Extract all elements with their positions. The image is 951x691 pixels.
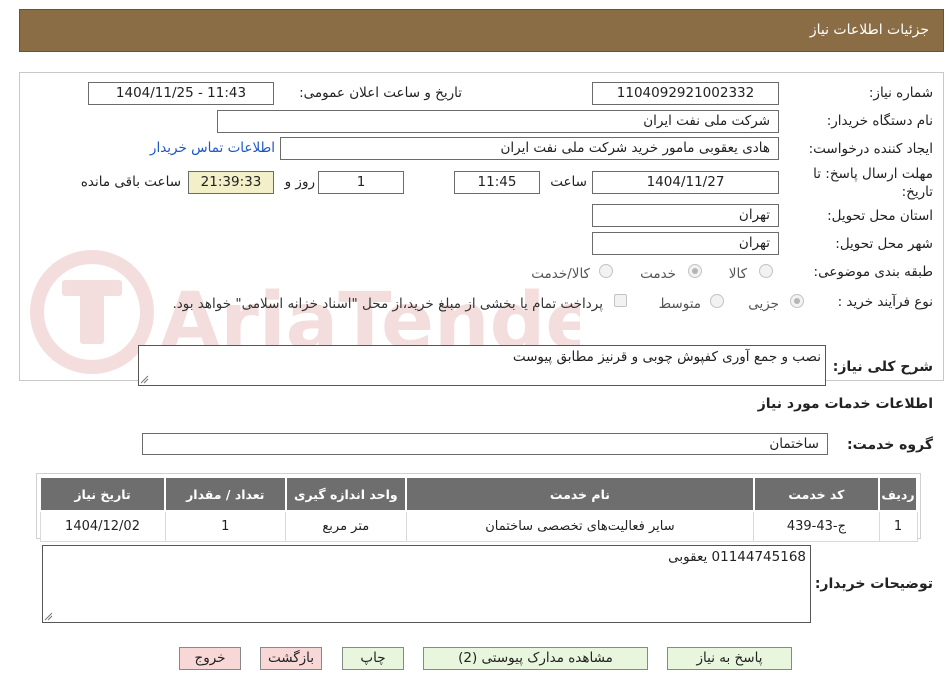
print-button[interactable]: چاپ: [342, 647, 404, 670]
cell-row-number: 1: [878, 510, 918, 542]
resize-grip-icon[interactable]: [44, 612, 53, 621]
category-option-service: خدمت: [640, 266, 676, 282]
category-option-goods: کالا: [728, 266, 747, 282]
buyer-notes-text: 01144745168 یعقوبی: [668, 549, 806, 565]
purchase-radio-minor[interactable]: [790, 294, 804, 308]
purchase-radio-medium[interactable]: [710, 294, 724, 308]
cell-service-name: سایر فعالیت‌های تخصصی ساختمان: [405, 510, 755, 542]
need-number-label: شماره نیاز:: [868, 85, 933, 101]
province-field[interactable]: تهران: [592, 204, 779, 227]
buyer-org-label: نام دستگاه خریدار:: [826, 113, 933, 129]
deadline-date-field[interactable]: 1404/11/27: [592, 171, 779, 194]
cell-unit: متر مربع: [285, 510, 407, 542]
treasury-bonds-note: پرداخت تمام یا بخشی از مبلغ خرید،از محل …: [172, 296, 603, 312]
cell-quantity: 1: [164, 510, 287, 542]
deadline-time-field[interactable]: 11:45: [454, 171, 540, 194]
deadline-label: مهلت ارسال پاسخ: تا: [813, 166, 933, 182]
purchase-option-minor: جزیی: [748, 296, 779, 312]
remaining-time-label: ساعت باقی مانده: [80, 174, 181, 190]
buyer-notes-label: توضیحات خریدار:: [814, 576, 933, 592]
col-row-number: ردیف: [878, 476, 918, 512]
service-group-label: گروه خدمت:: [847, 437, 933, 453]
table-header-row: ردیف کد خدمت نام خدمت واحد اندازه گیری ت…: [38, 476, 918, 512]
reply-to-need-button[interactable]: پاسخ به نیاز: [667, 647, 792, 670]
col-need-date: تاریخ نیاز: [38, 476, 167, 512]
category-radio-service[interactable]: [688, 264, 702, 278]
col-service-code: کد خدمت: [752, 476, 881, 512]
page-title: جزئیات اطلاعات نیاز: [809, 22, 929, 38]
buyer-org-field[interactable]: شرکت ملی نفت ایران: [217, 110, 779, 133]
deadline-days-field[interactable]: 1: [318, 171, 404, 194]
col-quantity: تعداد / مقدار: [164, 476, 287, 512]
cell-need-date: 1404/12/02: [39, 510, 166, 542]
deadline-days-label: روز و: [284, 174, 315, 190]
purchase-option-medium: متوسط: [658, 296, 701, 312]
table-row[interactable]: 1 ج-43-439 سایر فعالیت‌های تخصصی ساختمان…: [39, 510, 918, 542]
announce-datetime-label: تاریخ و ساعت اعلان عمومی:: [299, 85, 462, 101]
category-label: طبقه بندی موضوعی:: [813, 264, 933, 280]
description-text: نصب و جمع آوری کفپوش چوبی و قرنیز مطابق …: [512, 349, 821, 365]
col-unit: واحد اندازه گیری: [284, 476, 408, 512]
remaining-time-field: 21:39:33: [188, 171, 274, 194]
city-label: شهر محل تحویل:: [835, 236, 933, 252]
view-attachments-button[interactable]: مشاهده مدارک پیوستی (2): [423, 647, 648, 670]
requester-label: ایجاد کننده درخواست:: [808, 141, 933, 157]
description-label: شرح کلی نیاز:: [832, 359, 933, 375]
cell-service-code: ج-43-439: [753, 510, 880, 542]
city-field[interactable]: تهران: [592, 232, 779, 255]
purchase-type-label: نوع فرآیند خرید :: [837, 294, 933, 310]
deadline-label-date: تاریخ:: [901, 184, 933, 200]
exit-button[interactable]: خروج: [179, 647, 241, 670]
page-header: جزئیات اطلاعات نیاز: [19, 9, 944, 52]
treasury-bonds-checkbox[interactable]: [614, 294, 627, 307]
buyer-contact-link[interactable]: اطلاعات تماس خریدار: [150, 140, 275, 156]
services-section-title: اطلاعات خدمات مورد نیاز: [757, 396, 933, 412]
category-radio-goods-service[interactable]: [599, 264, 613, 278]
deadline-time-label: ساعت: [550, 174, 587, 190]
announce-datetime-field[interactable]: 1404/11/25 - 11:43: [88, 82, 274, 105]
category-option-goods-service: کالا/خدمت: [531, 266, 590, 282]
back-button[interactable]: بازگشت: [260, 647, 322, 670]
service-group-field[interactable]: ساختمان: [142, 433, 828, 455]
category-radio-goods[interactable]: [759, 264, 773, 278]
buyer-notes-textarea[interactable]: 01144745168 یعقوبی: [42, 545, 811, 623]
resize-grip-icon[interactable]: [140, 375, 149, 384]
province-label: استان محل تحویل:: [827, 208, 933, 224]
services-table: ردیف کد خدمت نام خدمت واحد اندازه گیری ت…: [38, 476, 918, 542]
col-service-name: نام خدمت: [405, 476, 755, 512]
description-textarea[interactable]: نصب و جمع آوری کفپوش چوبی و قرنیز مطابق …: [138, 345, 826, 386]
need-number-field[interactable]: 1104092921002332: [592, 82, 779, 105]
requester-field[interactable]: هادی یعقوبی مامور خرید شرکت ملی نفت ایرا…: [280, 137, 779, 160]
